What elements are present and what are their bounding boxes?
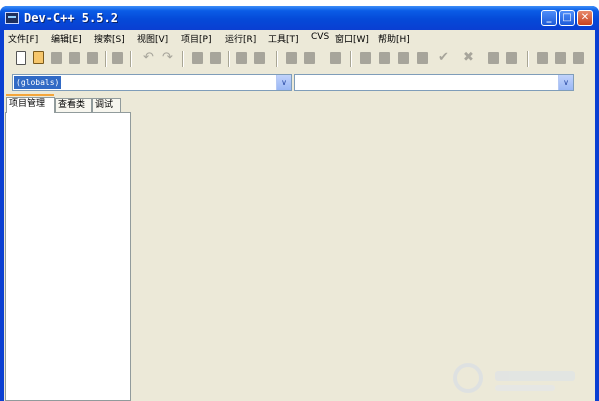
replace-icon[interactable]: [210, 52, 221, 64]
window-title: Dev-C++ 5.5.2: [24, 11, 118, 25]
chevron-down-icon[interactable]: ∨: [558, 75, 573, 90]
toolbar-separator: [130, 51, 132, 67]
run-icon[interactable]: [379, 52, 390, 64]
toolbar-separator: [527, 51, 529, 67]
toolbar-separator: [228, 51, 230, 67]
menu-file[interactable]: 文件[F]: [8, 32, 38, 45]
open-project-icon[interactable]: [33, 51, 44, 64]
toolbar-separator: [350, 51, 352, 67]
debug-icon[interactable]: [506, 52, 517, 64]
profile-icon[interactable]: [488, 52, 499, 64]
panel-splitter[interactable]: [131, 96, 134, 401]
toolbar-separator: [182, 51, 184, 67]
menu-window[interactable]: 窗口[W]: [335, 32, 369, 45]
new-project-icon[interactable]: [537, 52, 548, 64]
stop-icon[interactable]: ✖: [463, 51, 474, 65]
maximize-button[interactable]: □: [559, 10, 575, 26]
watermark-ring-icon: [453, 363, 483, 393]
compile-icon[interactable]: [360, 52, 371, 64]
main-toolbar: ↶ ↷ ✔ ✖: [4, 48, 595, 70]
minimize-button[interactable]: _: [541, 10, 557, 26]
save-icon[interactable]: [51, 52, 62, 64]
watermark-logo: [449, 361, 589, 399]
check-syntax-icon[interactable]: ✔: [438, 51, 449, 65]
toggle-comment-icon[interactable]: [304, 52, 315, 64]
class-browser-bar: (globals) ∨ ∨: [4, 72, 595, 94]
menu-edit[interactable]: 编辑[E]: [51, 32, 82, 45]
tab-classes[interactable]: 查看类: [55, 98, 92, 112]
menu-help[interactable]: 帮助[H]: [378, 32, 410, 45]
menu-tools[interactable]: 工具[T]: [268, 32, 299, 45]
project-options-icon[interactable]: [555, 52, 566, 64]
toolbar-separator: [105, 51, 107, 67]
save-all-icon[interactable]: [69, 52, 80, 64]
app-icon[interactable]: [5, 12, 19, 24]
compile-run-icon[interactable]: [398, 52, 409, 64]
menu-search[interactable]: 搜索[S]: [94, 32, 125, 45]
close-file-icon[interactable]: [87, 52, 98, 64]
goto-line-icon[interactable]: [236, 52, 247, 64]
tab-project[interactable]: 项目管理: [6, 97, 55, 113]
tab-accent-line: [6, 94, 54, 96]
rebuild-icon[interactable]: [417, 52, 428, 64]
toolbar-separator: [276, 51, 278, 67]
unindent-icon[interactable]: [286, 52, 297, 64]
menu-view[interactable]: 视图[V]: [137, 32, 168, 45]
add-to-project-icon[interactable]: [573, 52, 584, 64]
scope-combobox[interactable]: (globals) ∨: [12, 74, 292, 91]
undo-icon[interactable]: ↶: [143, 51, 154, 65]
watermark-text-block: [495, 371, 575, 381]
dev-cpp-window: Dev-C++ 5.5.2 _ □ ✕ 文件[F] 编辑[E] 搜索[S] 视图…: [0, 6, 599, 401]
find-icon[interactable]: [192, 52, 203, 64]
indent-icon[interactable]: [254, 52, 265, 64]
redo-icon[interactable]: ↷: [162, 51, 173, 65]
chevron-down-icon[interactable]: ∨: [276, 75, 291, 90]
menu-bar: 文件[F] 编辑[E] 搜索[S] 视图[V] 项目[P] 运行[R] 工具[T…: [4, 30, 595, 46]
print-icon[interactable]: [112, 52, 123, 64]
client-area: 文件[F] 编辑[E] 搜索[S] 视图[V] 项目[P] 运行[R] 工具[T…: [4, 30, 595, 401]
menu-cvs[interactable]: CVS: [311, 32, 329, 42]
symbol-combobox[interactable]: ∨: [294, 74, 574, 91]
bookmark-icon[interactable]: [330, 52, 341, 64]
tab-debug[interactable]: 调试: [92, 98, 121, 112]
watermark-text-block: [495, 385, 555, 391]
scope-combobox-value: (globals): [14, 76, 62, 89]
new-file-icon[interactable]: [16, 51, 26, 65]
menu-run[interactable]: 运行[R]: [225, 32, 256, 45]
title-bar[interactable]: Dev-C++ 5.5.2 _ □ ✕: [0, 6, 599, 30]
menu-project[interactable]: 项目[P]: [181, 32, 211, 45]
close-button[interactable]: ✕: [577, 10, 593, 26]
project-tree-panel[interactable]: [5, 112, 131, 401]
